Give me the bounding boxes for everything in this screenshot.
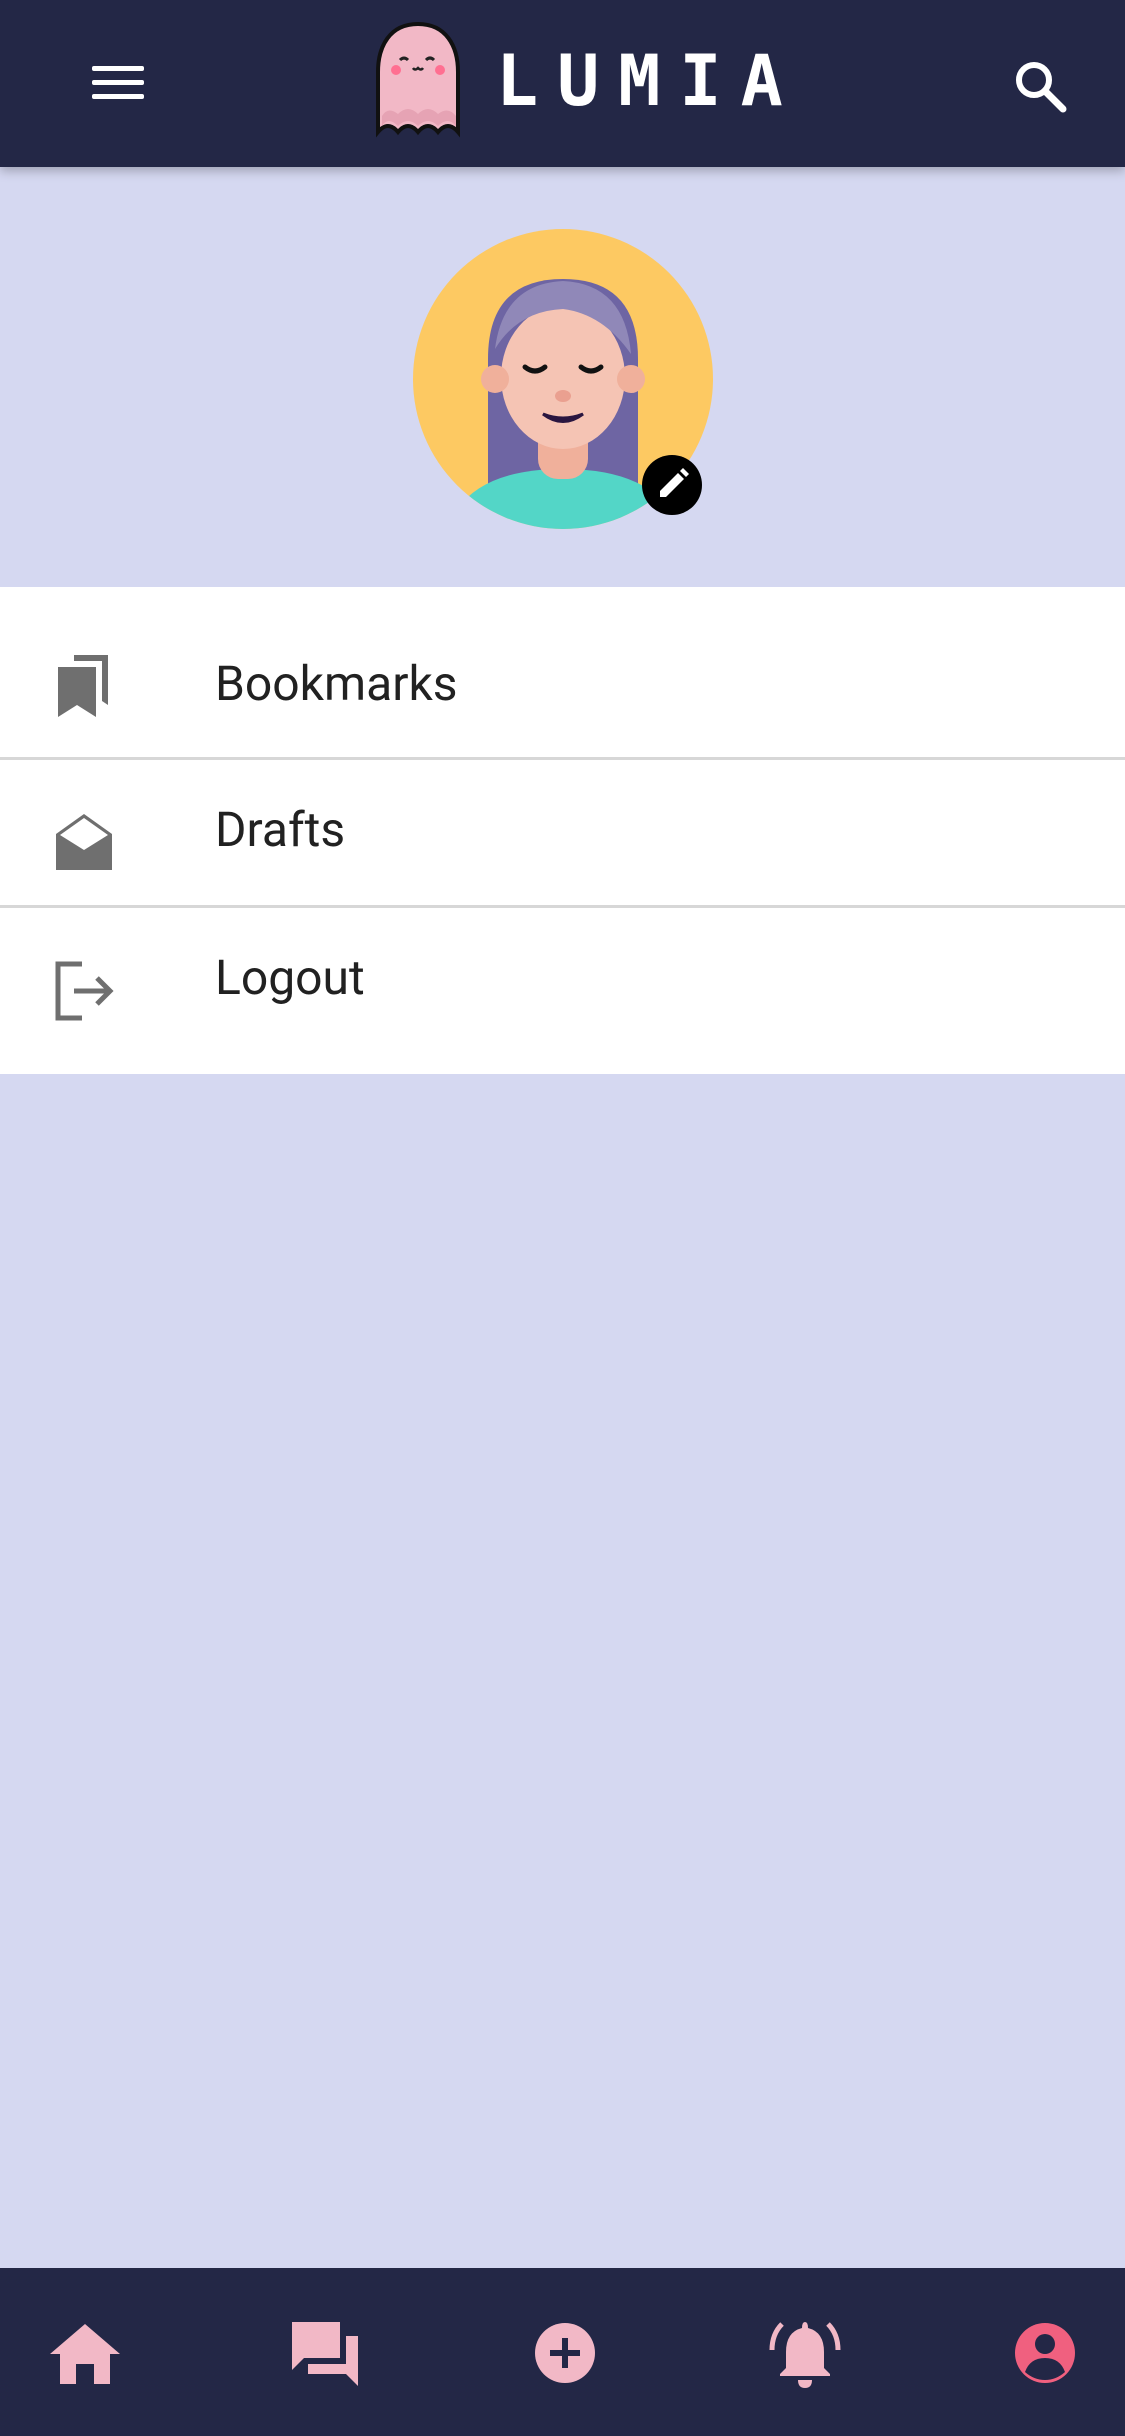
logout-icon: [55, 961, 114, 1021]
bookmarks-icon: [58, 655, 108, 717]
notifications-active-icon: [769, 2322, 841, 2388]
search-button[interactable]: [1010, 56, 1070, 116]
top-app-bar: LUMIA: [0, 0, 1125, 167]
profile-header: [0, 167, 1125, 587]
nav-home[interactable]: [40, 2308, 130, 2398]
drafts-envelope-icon: [56, 814, 112, 870]
search-icon: [1016, 62, 1067, 113]
menu-item-bookmarks[interactable]: Bookmarks: [0, 587, 1125, 757]
nav-notifications[interactable]: [760, 2308, 850, 2398]
ghost-logo-icon: [376, 21, 460, 138]
menu-button[interactable]: [88, 58, 148, 108]
profile-menu: Bookmarks Drafts Logout: [0, 587, 1125, 1074]
menu-item-label: Logout: [215, 949, 365, 1006]
forum-icon: [292, 2322, 358, 2386]
menu-item-label: Bookmarks: [215, 655, 458, 712]
bottom-navigation: [0, 2268, 1125, 2436]
home-icon: [50, 2324, 120, 2384]
nav-add[interactable]: [520, 2308, 610, 2398]
pencil-icon: [660, 468, 689, 497]
app-title: LUMIA: [496, 40, 802, 122]
menu-item-drafts[interactable]: Drafts: [0, 757, 1125, 905]
nav-forum[interactable]: [280, 2308, 370, 2398]
add-circle-icon: [535, 2323, 595, 2383]
nav-profile[interactable]: [1000, 2308, 1090, 2398]
menu-item-logout[interactable]: Logout: [0, 905, 1125, 1074]
account-circle-icon: [1015, 2323, 1075, 2383]
hamburger-menu-icon: [92, 66, 144, 71]
app-logo[interactable]: LUMIA: [368, 20, 788, 142]
edit-avatar-button[interactable]: [642, 455, 702, 515]
menu-item-label: Drafts: [215, 801, 346, 858]
